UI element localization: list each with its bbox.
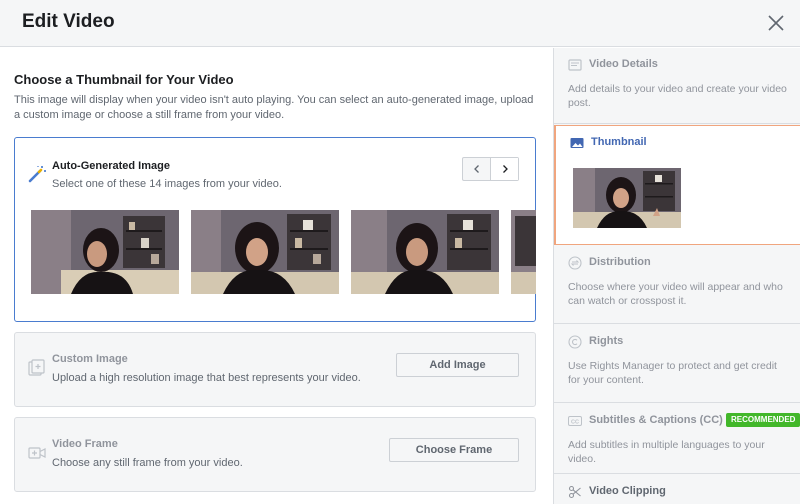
sidebar-item-label: Distribution: [589, 256, 651, 268]
sidebar-item-rights[interactable]: Rights Use Rights Manager to protect and…: [554, 325, 800, 403]
dialog-header: Edit Video: [0, 0, 800, 47]
custom-image-subtitle: Upload a high resolution image that best…: [52, 372, 361, 384]
custom-image-card[interactable]: Custom Image Upload a high resolution im…: [14, 332, 536, 407]
thumbnail-option[interactable]: [351, 210, 499, 294]
previous-thumbnails-button[interactable]: [463, 158, 491, 180]
thumbnail-strip: [31, 210, 536, 294]
video-frame-title: Video Frame: [52, 438, 118, 450]
auto-generated-subtitle: Select one of these 14 images from your …: [52, 178, 282, 190]
close-icon: [768, 15, 784, 31]
dialog-title: Edit Video: [22, 11, 115, 32]
thumbnail-pager: [462, 157, 519, 181]
auto-generated-title: Auto-Generated Image: [52, 160, 170, 172]
recommended-badge: RECOMMENDED: [726, 413, 800, 427]
thumbnail-option[interactable]: [31, 210, 179, 294]
section-description: This image will display when your video …: [14, 94, 534, 121]
selected-thumbnail-preview: [573, 168, 681, 228]
next-thumbnails-button[interactable]: [491, 158, 518, 180]
magic-wand-icon: [28, 166, 46, 183]
cc-icon: CC: [568, 416, 582, 426]
video-frame-card[interactable]: Video Frame Choose any still frame from …: [14, 417, 536, 492]
add-image-button[interactable]: Add Image: [396, 353, 519, 377]
copyright-icon: [568, 335, 582, 349]
thumbnail-option[interactable]: [511, 210, 536, 294]
video-frame-thumbnail: [31, 210, 179, 294]
sidebar-item-label: Rights: [589, 335, 624, 347]
svg-text:CC: CC: [571, 419, 579, 425]
sidebar: Video Details Add details to your video …: [553, 48, 800, 504]
sidebar-item-description: Use Rights Manager to protect and get cr…: [568, 360, 777, 386]
sidebar-item-label: Video Clipping: [589, 485, 666, 497]
video-frame-thumbnail: [573, 168, 681, 228]
video-frame-thumbnail: [511, 210, 536, 294]
video-frame-subtitle: Choose any still frame from your video.: [52, 457, 243, 469]
scissors-icon: [568, 485, 581, 499]
add-image-icon: [28, 359, 45, 376]
video-frame-thumbnail: [351, 210, 499, 294]
section-heading: Choose a Thumbnail for Your Video: [14, 72, 234, 87]
sidebar-item-video-clipping[interactable]: Video Clipping: [554, 475, 800, 504]
sidebar-item-label: Video Details: [589, 58, 658, 70]
sidebar-item-video-details[interactable]: Video Details Add details to your video …: [554, 48, 800, 124]
sidebar-item-description: Choose where your video will appear and …: [568, 281, 783, 307]
thumbnail-option[interactable]: [191, 210, 339, 294]
sidebar-item-distribution[interactable]: Distribution Choose where your video wil…: [554, 246, 800, 324]
video-frame-thumbnail: [191, 210, 339, 294]
sidebar-item-thumbnail[interactable]: Thumbnail: [554, 125, 800, 245]
close-button[interactable]: [764, 11, 788, 35]
sidebar-item-label: Subtitles & Captions (CC): [589, 414, 723, 426]
custom-image-title: Custom Image: [52, 353, 128, 365]
video-frame-icon: [28, 447, 46, 459]
auto-generated-card[interactable]: Auto-Generated Image Select one of these…: [14, 137, 536, 322]
image-icon: [570, 138, 584, 148]
sidebar-item-description: Add subtitles in multiple languages to y…: [568, 439, 765, 465]
sidebar-item-description: Add details to your video and create you…: [568, 83, 787, 109]
sidebar-item-subtitles[interactable]: CC Subtitles & Captions (CC) RECOMMENDED…: [554, 404, 800, 474]
chevron-right-icon: [502, 165, 508, 173]
video-details-icon: [568, 59, 582, 71]
sidebar-item-label: Thumbnail: [591, 136, 647, 148]
main-panel: Choose a Thumbnail for Your Video This i…: [0, 48, 553, 504]
choose-frame-button[interactable]: Choose Frame: [389, 438, 519, 462]
share-arrows-icon: [568, 256, 582, 270]
chevron-left-icon: [473, 165, 479, 173]
